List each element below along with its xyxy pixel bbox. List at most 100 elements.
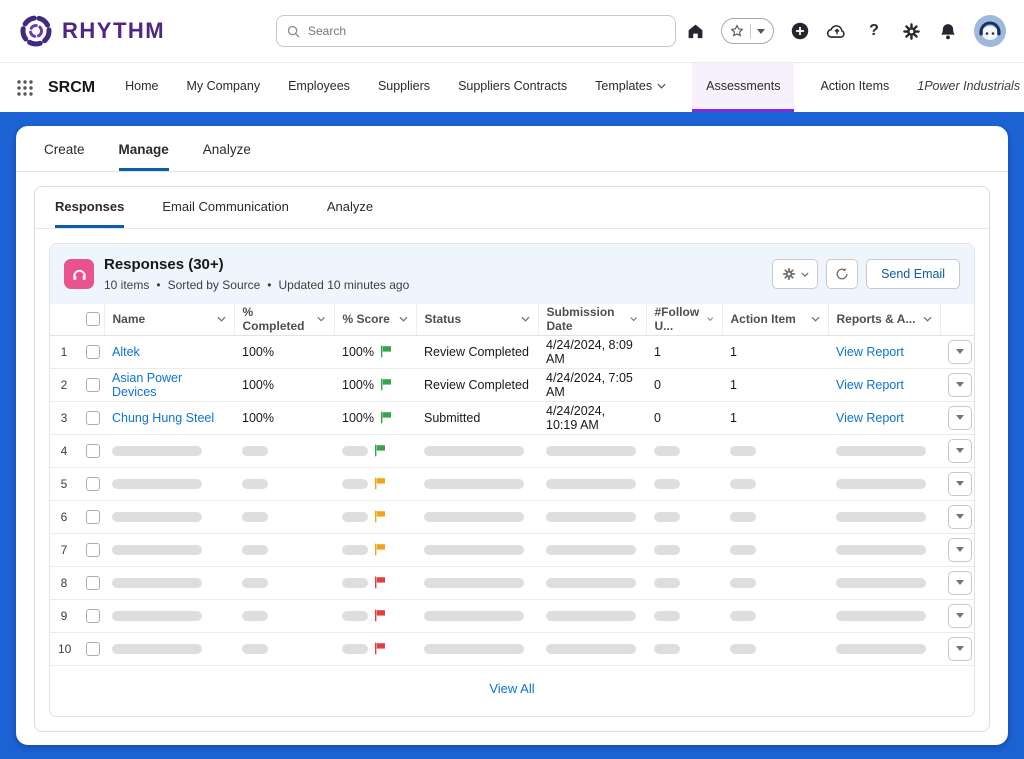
- view-report-link[interactable]: View Report: [836, 378, 904, 392]
- loading-placeholder: [836, 644, 926, 654]
- row-actions-button[interactable]: [948, 373, 972, 397]
- column-followups[interactable]: #Follow U...: [646, 304, 722, 335]
- row-actions-button[interactable]: [948, 538, 972, 562]
- row-checkbox[interactable]: [86, 642, 100, 656]
- view-report-link[interactable]: View Report: [836, 345, 904, 359]
- supplier-link[interactable]: Asian Power Devices: [112, 371, 182, 399]
- refresh-button[interactable]: [826, 259, 858, 289]
- caret-down-icon: [956, 481, 964, 486]
- row-checkbox[interactable]: [86, 345, 100, 359]
- primary-tab-bar: Create Manage Analyze: [16, 126, 1008, 172]
- supplier-link[interactable]: Chung Hung Steel: [112, 411, 214, 425]
- cloud-upload-icon[interactable]: [826, 20, 848, 42]
- add-circle-icon[interactable]: [789, 20, 811, 42]
- column-submission-date[interactable]: Submission Date: [538, 304, 646, 335]
- loading-placeholder: [342, 446, 368, 456]
- loading-placeholder: [836, 545, 926, 555]
- loading-placeholder: [730, 512, 756, 522]
- setup-gear-icon[interactable]: [900, 20, 922, 42]
- nav-tab-label: Employees: [288, 79, 350, 93]
- nav-tab-suppliers-contracts[interactable]: Suppliers Contracts: [456, 63, 569, 112]
- tab-analyze[interactable]: Analyze: [203, 142, 251, 171]
- loading-placeholder: [112, 578, 202, 588]
- nav-tab-suppliers[interactable]: Suppliers: [376, 63, 432, 112]
- user-avatar[interactable]: [974, 15, 1006, 47]
- row-actions-button[interactable]: [948, 406, 972, 430]
- tab-create[interactable]: Create: [44, 142, 85, 171]
- column-name[interactable]: Name: [104, 304, 234, 335]
- loading-placeholder: [836, 512, 926, 522]
- loading-placeholder: [836, 446, 926, 456]
- nav-tab-assessments[interactable]: Assessments: [692, 63, 794, 112]
- table-header-row: Name % Completed % Score Status Submissi…: [50, 304, 974, 335]
- column-reports[interactable]: Reports & A...: [828, 304, 940, 335]
- chevron-down-icon: [811, 316, 820, 322]
- nav-tab-action-items[interactable]: Action Items: [818, 63, 891, 112]
- row-checkbox[interactable]: [86, 378, 100, 392]
- nav-tab-employees[interactable]: Employees: [286, 63, 352, 112]
- chevron-down-icon: [521, 316, 530, 322]
- view-report-link[interactable]: View Report: [836, 411, 904, 425]
- view-all-link[interactable]: View All: [489, 681, 534, 696]
- row-actions-button[interactable]: [948, 604, 972, 628]
- supplier-link[interactable]: Altek: [112, 345, 140, 359]
- submission-date-cell: 4/24/2024, 7:05 AM: [538, 368, 646, 401]
- nav-tab-record[interactable]: 1Power Industrials - Globa...: [915, 63, 1024, 112]
- caret-down-icon: [956, 514, 964, 519]
- sorted-by: Sorted by Source: [168, 278, 261, 292]
- loading-placeholder: [112, 611, 202, 621]
- column-label: Submission Date: [547, 305, 627, 333]
- table-row-loading: 10: [50, 632, 974, 665]
- nav-tab-home[interactable]: Home: [123, 63, 160, 112]
- nav-tab-my-company[interactable]: My Company: [184, 63, 262, 112]
- gear-icon: [782, 267, 796, 281]
- row-actions-button[interactable]: [948, 340, 972, 364]
- row-checkbox[interactable]: [86, 510, 100, 524]
- row-checkbox[interactable]: [86, 609, 100, 623]
- row-actions-button[interactable]: [948, 637, 972, 661]
- row-checkbox[interactable]: [86, 477, 100, 491]
- subtab-email-communication[interactable]: Email Communication: [162, 187, 288, 228]
- row-checkbox[interactable]: [86, 576, 100, 590]
- row-actions-button[interactable]: [948, 439, 972, 463]
- row-actions-button[interactable]: [948, 571, 972, 595]
- row-actions-button[interactable]: [948, 505, 972, 529]
- global-search[interactable]: [276, 15, 676, 47]
- row-actions-button[interactable]: [948, 472, 972, 496]
- chevron-down-icon: [399, 316, 408, 322]
- row-checkbox[interactable]: [86, 411, 100, 425]
- select-all-checkbox[interactable]: [86, 312, 100, 326]
- nav-tab-templates[interactable]: Templates: [593, 63, 668, 112]
- list-footer: View All: [50, 666, 974, 716]
- nav-tab-label: Templates: [595, 79, 652, 93]
- send-email-button[interactable]: Send Email: [866, 259, 960, 289]
- table-row: 3 Chung Hung Steel 100% 100% Submitted 4…: [50, 401, 974, 434]
- loading-placeholder: [342, 512, 368, 522]
- favorites-control[interactable]: [721, 18, 774, 44]
- loading-placeholder: [242, 545, 268, 555]
- score-flag-icon: [374, 510, 386, 523]
- table-row-loading: 4: [50, 434, 974, 467]
- help-icon[interactable]: ?: [863, 20, 885, 42]
- notifications-bell-icon[interactable]: [937, 20, 959, 42]
- submission-date-cell: 4/24/2024, 10:19 AM: [538, 401, 646, 434]
- search-input[interactable]: [308, 24, 665, 38]
- column-label: #Follow U...: [655, 305, 703, 333]
- row-checkbox[interactable]: [86, 444, 100, 458]
- row-checkbox[interactable]: [86, 543, 100, 557]
- loading-placeholder: [424, 479, 524, 489]
- caret-down-icon: [956, 646, 964, 651]
- home-icon[interactable]: [684, 20, 706, 42]
- tab-manage[interactable]: Manage: [119, 142, 169, 171]
- list-settings-button[interactable]: [772, 259, 818, 289]
- column-percent-score[interactable]: % Score: [334, 304, 416, 335]
- brand-logo[interactable]: RHYTHM: [18, 13, 276, 49]
- column-percent-completed[interactable]: % Completed: [234, 304, 334, 335]
- app-launcher-icon[interactable]: [16, 79, 34, 97]
- chevron-down-icon: [801, 272, 809, 277]
- chevron-down-icon: [707, 316, 714, 322]
- subtab-analyze[interactable]: Analyze: [327, 187, 373, 228]
- column-action-item[interactable]: Action Item: [722, 304, 828, 335]
- column-status[interactable]: Status: [416, 304, 538, 335]
- subtab-responses[interactable]: Responses: [55, 187, 124, 228]
